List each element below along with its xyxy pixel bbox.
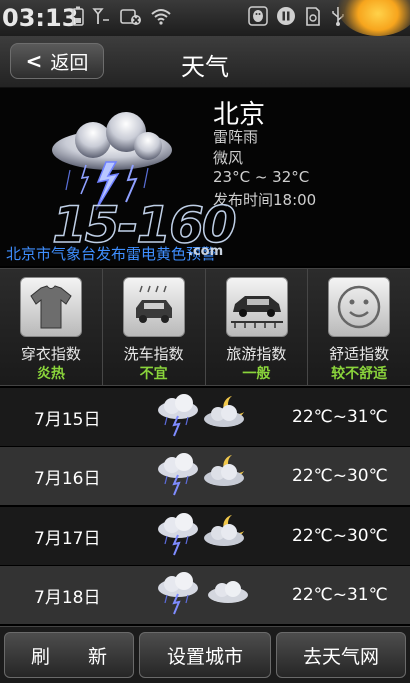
watermark-suffix: .com [188, 244, 224, 259]
bottom-toolbar: 刷 新 设置城市 去天气网 [0, 626, 410, 683]
forecast-date: 7月15日 [34, 409, 101, 430]
thunderstorm-moon-cloud-icon [158, 453, 244, 496]
life-index-panel: 穿衣指数 炎热 洗车指数 不宜 旅游指数 一般 舒适指数 较不舒适 [0, 268, 410, 386]
refresh-button[interactable]: 刷 新 [4, 632, 134, 678]
index-name: 穿衣指数 [20, 345, 81, 363]
no-sim-icon [120, 6, 142, 31]
sun-glow-icon [338, 0, 410, 36]
forecast-temp: 22℃~31℃ [292, 585, 388, 605]
pause-icon [276, 6, 296, 31]
status-bar: 03:13 [0, 0, 410, 36]
index-car-wash[interactable]: 洗车指数 不宜 [103, 269, 206, 385]
index-comfort[interactable]: 舒适指数 较不舒适 [308, 269, 410, 385]
status-time: 03:13 [2, 4, 79, 32]
index-value: 一般 [242, 366, 271, 382]
index-value: 不宜 [139, 366, 168, 382]
thunderstorm-cloud-icon [158, 572, 248, 615]
forecast-row[interactable]: 7月18日 22℃~31℃ [0, 566, 410, 624]
page-title: 天气 [181, 53, 229, 81]
forecast-weather-icons [152, 392, 252, 446]
index-travel[interactable]: 旅游指数 一般 [206, 269, 309, 385]
forecast-weather-icons [152, 451, 252, 505]
index-value: 较不舒适 [331, 366, 388, 382]
weather-site-button[interactable]: 去天气网 [276, 632, 406, 678]
forecast-weather-icons [152, 511, 252, 565]
current-wind: 微风 [213, 149, 244, 167]
forecast-temp: 22℃~31℃ [292, 407, 388, 427]
sd-card-icon [304, 5, 322, 32]
current-temp-range: 23°C ~ 32°C [213, 168, 310, 186]
car-travel-icon [225, 277, 288, 337]
set-city-button[interactable]: 设置城市 [139, 632, 271, 678]
qq-icon [248, 5, 268, 31]
forecast-date: 7月17日 [34, 528, 101, 549]
forecast-row[interactable]: 7月17日 22℃~30℃ [0, 507, 410, 565]
index-clothing[interactable]: 穿衣指数 炎热 [0, 269, 103, 385]
forecast-temp: 22℃~30℃ [292, 466, 388, 486]
smiley-icon [328, 277, 391, 337]
index-name: 洗车指数 [123, 345, 184, 363]
index-name: 旅游指数 [226, 345, 287, 363]
forecast-date: 7月16日 [34, 468, 101, 489]
index-value: 炎热 [36, 366, 65, 382]
tshirt-icon [20, 277, 82, 337]
forecast-weather-icons [152, 570, 252, 624]
title-bar: < 返回 天气 [0, 36, 410, 88]
forecast-temp: 22℃~30℃ [292, 526, 388, 546]
car-wash-icon [122, 277, 185, 337]
forecast-date: 7月18日 [34, 587, 101, 608]
current-condition: 雷阵雨 [213, 128, 259, 146]
battery-icon [72, 6, 84, 31]
signal-icon [92, 6, 112, 31]
forecast-row[interactable]: 7月16日 22℃~30℃ [0, 447, 410, 505]
thunderstorm-moon-cloud-icon [158, 394, 244, 437]
index-name: 舒适指数 [329, 345, 390, 363]
wifi-icon [150, 6, 172, 31]
thunderstorm-moon-cloud-icon [158, 513, 244, 556]
forecast-row[interactable]: 7月15日 22℃~31℃ [0, 388, 410, 446]
